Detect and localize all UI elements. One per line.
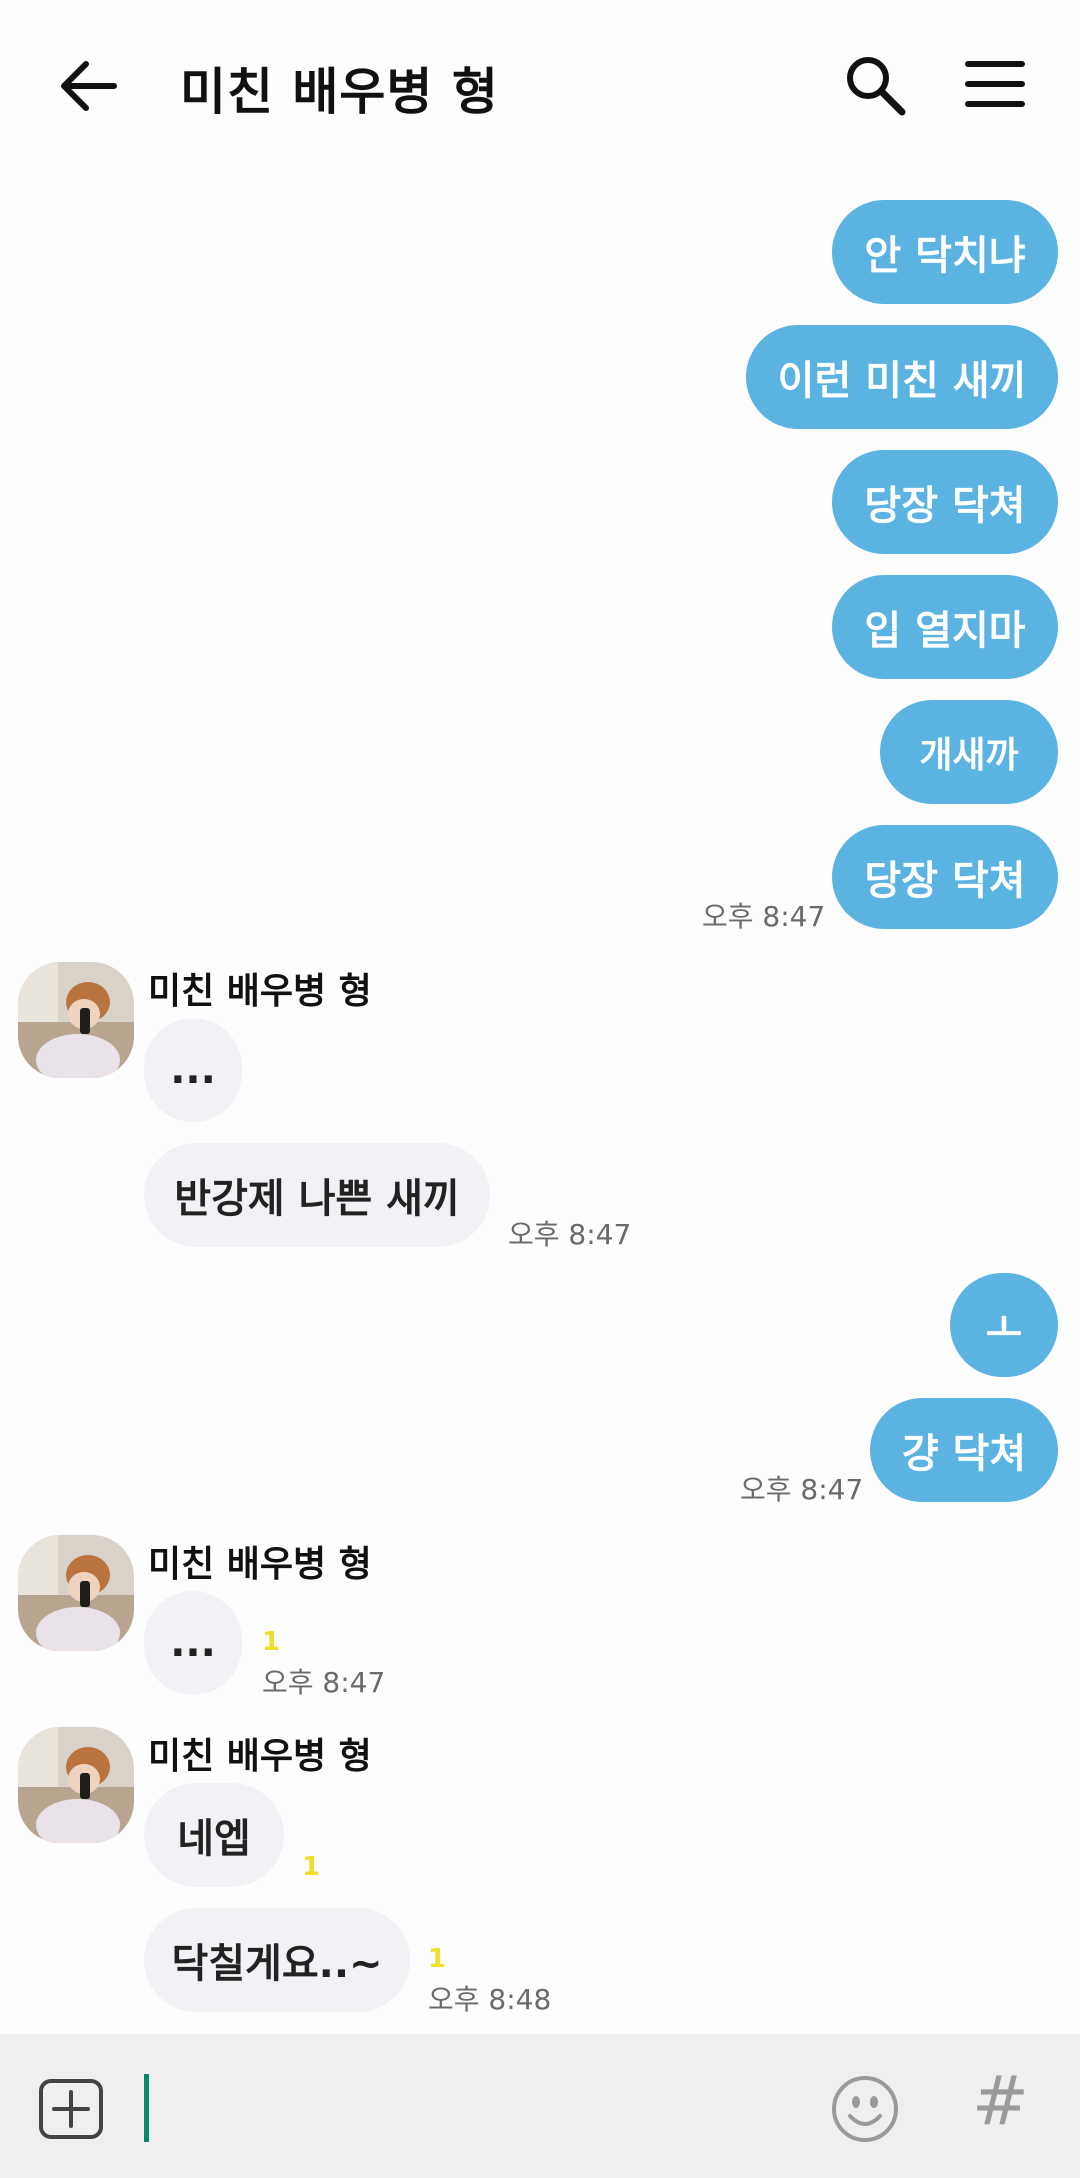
my-message[interactable]: 개새까 [880,700,1058,804]
search-icon[interactable] [842,52,908,118]
message-input[interactable] [140,2070,800,2146]
unread-count: 1 [302,1852,321,1882]
text-cursor [144,2074,149,2142]
message-timestamp: 오후 8:48 [428,1983,552,2016]
their-message[interactable]: 네엡 [144,1783,284,1887]
unread-count: 1 [428,1944,447,1974]
message-timestamp: 오후 8:47 [262,1666,386,1699]
my-message[interactable]: 걍 닥쳐 [870,1398,1058,1502]
message-timestamp: 오후 8:47 [508,1218,632,1251]
hashtag-icon[interactable]: # [972,2068,1029,2136]
avatar-photo-icon [18,1535,134,1651]
their-message[interactable]: ... [144,1018,242,1122]
message-text: 걍 닥쳐 [901,1431,1027,1477]
my-message[interactable]: 이런 미친 새끼 [746,325,1058,429]
message-text: 네엡 [177,1816,251,1862]
sender-name: 미친 배우병 형 [148,1736,372,1777]
their-message[interactable]: 닥칠게요..~ [144,1908,410,2012]
message-text: 닥칠게요..~ [171,1941,383,1987]
message-text: ... [170,1620,216,1666]
their-message[interactable]: ... [144,1591,242,1695]
plus-square-icon[interactable] [38,2078,104,2140]
message-timestamp: 오후 8:47 [740,1473,864,1506]
message-text: 이런 미친 새끼 [777,358,1027,404]
back-arrow-icon[interactable] [52,52,124,124]
chat-header: 미친 배우병 형 [0,0,1080,170]
avatar-photo-icon [18,962,134,1078]
message-text: 반강제 나쁜 새끼 [174,1176,460,1222]
my-message[interactable]: ㅗ [950,1273,1058,1377]
their-message[interactable]: 반강제 나쁜 새끼 [144,1143,490,1247]
avatar[interactable] [18,962,134,1078]
smiley-icon[interactable] [830,2074,900,2144]
message-text: ㅗ [985,1306,1023,1352]
my-message[interactable]: 입 열지마 [832,575,1058,679]
avatar-photo-icon [18,1727,134,1843]
my-message[interactable]: 당장 닥쳐 [832,450,1058,554]
message-text: 당장 닥쳐 [864,483,1026,529]
message-text: 안 닥치냐 [864,233,1026,279]
unread-count: 1 [262,1627,281,1657]
message-text: 입 열지마 [864,608,1026,654]
avatar[interactable] [18,1535,134,1651]
my-message[interactable]: 당장 닥쳐 [832,825,1058,929]
avatar[interactable] [18,1727,134,1843]
sender-name: 미친 배우병 형 [148,971,372,1012]
sender-name: 미친 배우병 형 [148,1544,372,1585]
message-composer: # [0,2034,1080,2178]
chat-title: 미친 배우병 형 [180,63,499,121]
message-text: ... [170,1047,216,1093]
hamburger-menu-icon[interactable] [964,56,1026,112]
my-message[interactable]: 안 닥치냐 [832,200,1058,304]
message-text: 당장 닥쳐 [864,858,1026,904]
message-timestamp: 오후 8:47 [702,900,826,933]
message-text: 개새까 [919,735,1019,776]
